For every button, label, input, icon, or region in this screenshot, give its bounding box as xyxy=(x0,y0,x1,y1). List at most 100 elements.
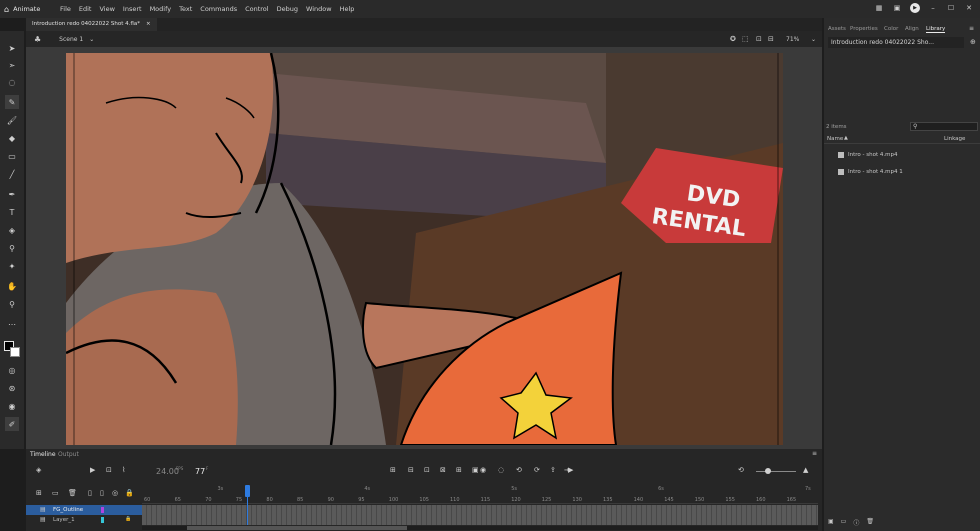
scene-dropdown-icon[interactable]: ⌄ xyxy=(89,36,94,43)
fill-color-swatch[interactable] xyxy=(10,347,20,357)
insert-frame-icon[interactable]: ⊡ xyxy=(424,466,430,474)
timeline-scrollbar[interactable] xyxy=(142,526,818,530)
tab-color[interactable]: Color xyxy=(884,26,898,32)
menu-insert[interactable]: Insert xyxy=(119,5,146,13)
paint-bucket-icon[interactable]: ◈ xyxy=(5,223,19,237)
clip-icon[interactable]: ⬚ xyxy=(742,35,749,43)
snap-icon[interactable]: ⊛ xyxy=(5,381,19,395)
loop-icon[interactable]: ⟲ xyxy=(516,466,522,474)
zoom-value[interactable]: 71% xyxy=(786,36,799,43)
tab-library[interactable]: Library xyxy=(926,26,946,33)
insert-keyframe-icon[interactable]: ⊞ xyxy=(390,466,396,474)
frame-zoom-handle[interactable] xyxy=(765,468,771,474)
eyedropper-icon[interactable]: ⚲ xyxy=(5,241,19,255)
tab-align[interactable]: Align xyxy=(905,26,919,32)
current-frame[interactable]: 77 xyxy=(195,467,205,476)
timeline-scroll-thumb[interactable] xyxy=(187,526,407,530)
camera-layer-icon[interactable]: ▶ xyxy=(90,466,95,474)
lock-icon[interactable]: 🔒 xyxy=(125,489,134,497)
hand-tool-icon[interactable]: ✋ xyxy=(5,279,19,293)
layer-name[interactable]: FG_Outline xyxy=(53,507,83,513)
zoom-dropdown-icon[interactable]: ⌄ xyxy=(811,36,816,43)
menu-file[interactable]: File xyxy=(56,5,75,13)
tab-assets[interactable]: Assets xyxy=(828,26,846,32)
pin-icon[interactable]: ⊕ xyxy=(970,38,976,46)
tab-close-icon[interactable]: × xyxy=(146,21,151,28)
layer-name[interactable]: Layer_1 xyxy=(53,517,75,523)
library-document-select[interactable]: Introduction redo 04022022 Sho... xyxy=(828,37,964,48)
playhead-marker[interactable] xyxy=(245,485,250,497)
home-icon[interactable]: ⌂ xyxy=(4,5,9,14)
document-tab[interactable]: Introduction redo 04022022 Shot 4.fla* × xyxy=(26,18,157,31)
play-button[interactable]: ▶ xyxy=(568,466,573,474)
visibility-icon[interactable]: ◎ xyxy=(112,489,118,497)
center-stage-icon[interactable]: ⊡ xyxy=(756,35,762,43)
timeline-menu-icon[interactable]: ≡ xyxy=(812,450,817,457)
menu-modify[interactable]: Modify xyxy=(146,5,176,13)
lasso-tool-icon[interactable]: ◌ xyxy=(5,75,19,89)
new-layer-icon[interactable]: ⊞ xyxy=(36,489,42,497)
highlight-icon[interactable]: ▯ xyxy=(88,489,92,497)
sort-icon[interactable]: ▲ xyxy=(844,135,848,141)
brush-size-icon[interactable]: ✐ xyxy=(5,417,19,431)
tab-timeline[interactable]: Timeline xyxy=(30,451,56,458)
menu-edit[interactable]: Edit xyxy=(75,5,96,13)
edit-symbols-icon[interactable]: ✪ xyxy=(730,35,736,43)
brush-tool-icon[interactable]: ✎ xyxy=(5,95,19,109)
text-tool-icon[interactable]: T xyxy=(5,205,19,219)
layer-row[interactable]: ▤ Layer_1 🔒 xyxy=(26,515,142,525)
camera-icon[interactable]: ▣ xyxy=(892,3,902,13)
library-search[interactable]: ⚲ xyxy=(910,122,978,131)
pin-tool-icon[interactable]: ✦ xyxy=(5,259,19,273)
subselection-tool-icon[interactable]: ➣ xyxy=(5,58,19,72)
tween-icon[interactable]: ⊠ xyxy=(440,466,446,474)
paint-brush-icon[interactable]: 🖌 xyxy=(5,113,19,127)
new-folder-icon[interactable]: ▭ xyxy=(841,518,847,531)
classic-tween-icon[interactable]: ▣ xyxy=(472,466,479,474)
edit-multiple-icon[interactable]: ◌ xyxy=(498,466,504,474)
delete-layer-icon[interactable]: 🗑 xyxy=(68,489,77,497)
eraser-tool-icon[interactable]: ◆ xyxy=(5,131,19,145)
grid-icon[interactable]: ▦ xyxy=(874,3,884,13)
library-item[interactable]: Intro - shot 4.mp4 1 xyxy=(838,169,903,175)
onion-icon[interactable]: ⊡ xyxy=(106,466,112,474)
close-icon[interactable]: ✕ xyxy=(964,3,974,13)
zoom-in-frames-icon[interactable]: ▲ xyxy=(803,466,808,474)
layers-icon[interactable]: ◈ xyxy=(36,466,41,474)
library-item[interactable]: Intro - shot 4.mp4 xyxy=(838,152,897,158)
col-name[interactable]: Name xyxy=(827,136,843,142)
play-icon[interactable]: ▶ xyxy=(910,3,920,13)
layer-row[interactable]: ▤ FG_Outline xyxy=(26,505,142,515)
maximize-icon[interactable]: ☐ xyxy=(946,3,956,13)
line-tool-icon[interactable]: ╱ xyxy=(5,167,19,181)
object-drawing-icon[interactable]: ◎ xyxy=(5,363,19,377)
insert-blank-keyframe-icon[interactable]: ⊟ xyxy=(408,466,414,474)
more-tools-icon[interactable]: ⋯ xyxy=(5,317,19,331)
onion-skin-icon[interactable]: ◉ xyxy=(480,466,486,474)
step-back-icon[interactable]: ⟳ xyxy=(534,466,540,474)
layer-lock-icon[interactable]: 🔒 xyxy=(125,516,131,522)
minimize-icon[interactable]: – xyxy=(928,3,938,13)
panel-menu-icon[interactable]: ≡ xyxy=(969,25,974,32)
properties-icon[interactable]: ⓘ xyxy=(853,518,859,531)
frame-zoom-slider[interactable] xyxy=(756,471,796,472)
delete-icon[interactable]: 🗑 xyxy=(866,518,874,531)
rectangle-tool-icon[interactable]: ▭ xyxy=(5,149,19,163)
scene-icon[interactable]: ♣ xyxy=(34,35,41,44)
shape-tween-icon[interactable]: ⊞ xyxy=(456,466,462,474)
export-icon[interactable]: ⇪ xyxy=(550,466,556,474)
outline-icon[interactable]: ▯ xyxy=(100,489,104,497)
graph-icon[interactable]: ⌇ xyxy=(122,466,125,474)
selection-tool-icon[interactable]: ➤ xyxy=(5,41,19,55)
new-folder-icon[interactable]: ▭ xyxy=(52,489,59,497)
frames-row[interactable] xyxy=(142,505,818,515)
pen-tool-icon[interactable]: ✒ xyxy=(5,187,19,201)
stage-canvas[interactable]: DVD RENTAL xyxy=(66,53,783,445)
scene-label[interactable]: Scene 1 xyxy=(59,36,83,43)
menu-commands[interactable]: Commands xyxy=(196,5,241,13)
brush-mode-icon[interactable]: ◉ xyxy=(5,399,19,413)
menu-control[interactable]: Control xyxy=(241,5,273,13)
menu-window[interactable]: Window xyxy=(302,5,336,13)
tab-output[interactable]: Output xyxy=(58,451,79,458)
new-symbol-icon[interactable]: ▣ xyxy=(828,518,834,531)
